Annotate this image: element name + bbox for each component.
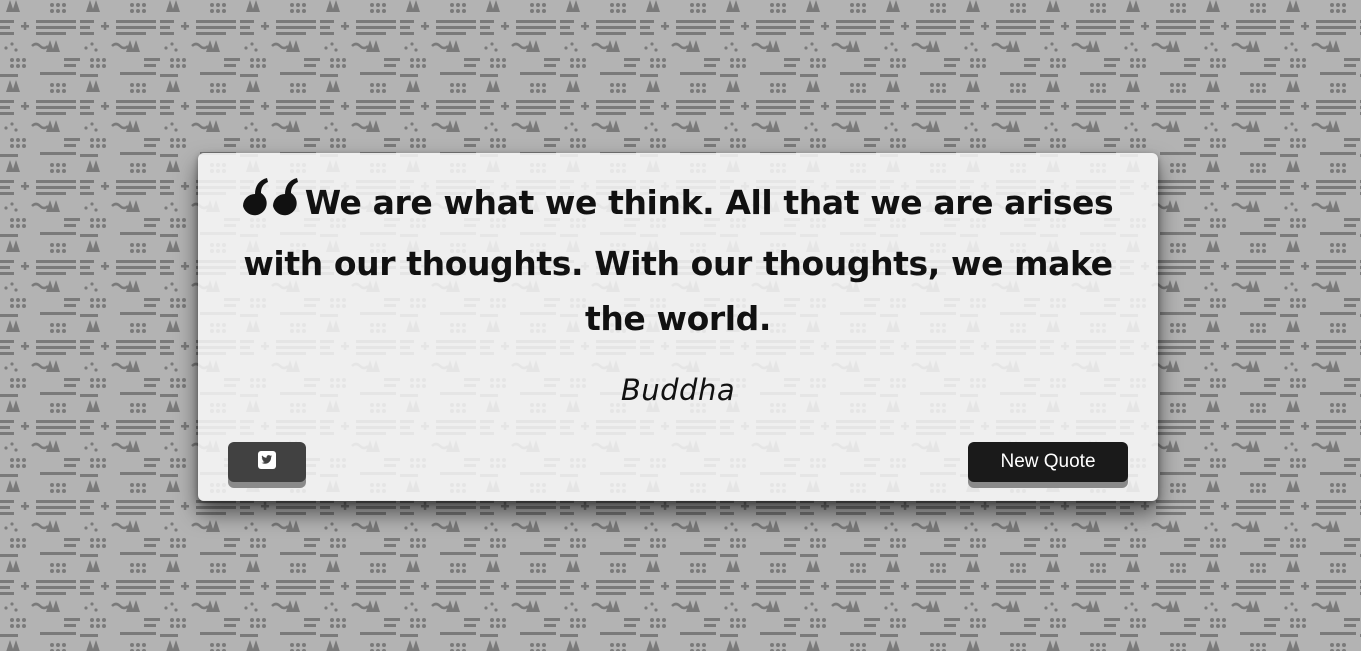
quote-author: Buddha — [620, 373, 736, 407]
new-quote-button[interactable]: New Quote — [968, 442, 1128, 482]
quote-text: We are what we think. All that we are ar… — [243, 183, 1114, 338]
quote-text-wrapper: We are what we think. All that we are ar… — [238, 175, 1118, 346]
quote-card: We are what we think. All that we are ar… — [198, 153, 1158, 501]
twitter-icon — [258, 451, 276, 473]
quote-block: We are what we think. All that we are ar… — [238, 175, 1118, 346]
tweet-button[interactable] — [228, 442, 306, 482]
quote-left-icon — [242, 178, 299, 236]
